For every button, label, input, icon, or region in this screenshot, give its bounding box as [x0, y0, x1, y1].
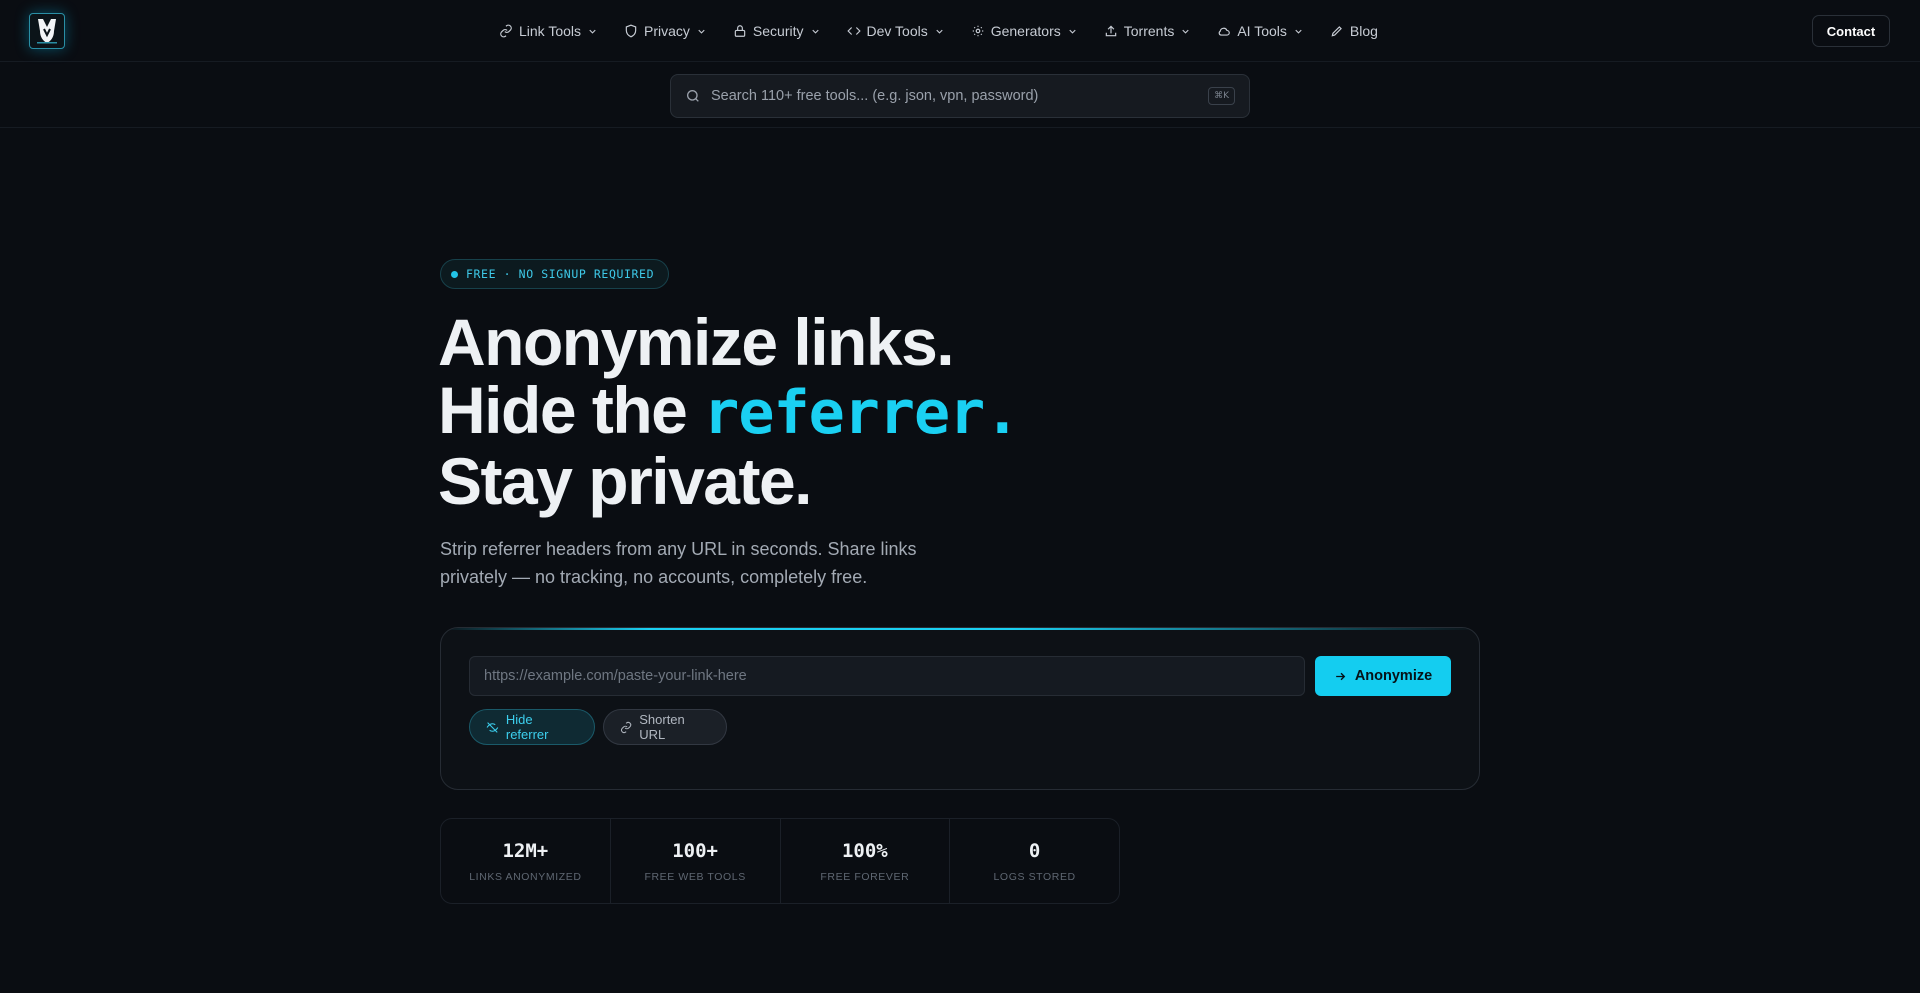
lock-icon: [734, 25, 746, 37]
hide-referrer-toggle[interactable]: Hide referrer: [469, 709, 595, 745]
stat-label: FREE FOREVER: [820, 870, 910, 883]
main-nav: Link Tools Privacy Security Dev Tools Ge…: [486, 0, 1391, 62]
search-box[interactable]: ⌘K: [670, 74, 1250, 118]
site-logo[interactable]: [29, 13, 65, 49]
arrow-right-icon: [1335, 672, 1346, 680]
nav-label: Link Tools: [519, 23, 582, 39]
stat-value: 100%: [841, 839, 888, 862]
stat-label: FREE WEB TOOLS: [644, 870, 746, 883]
subtitle-line-1: Strip referrer headers from any URL in s…: [440, 539, 917, 559]
search-icon: [687, 90, 699, 102]
search-input[interactable]: [711, 88, 1209, 104]
stat-item: 100% FREE FOREVER: [781, 819, 951, 903]
nav-blog[interactable]: Blog: [1317, 16, 1391, 46]
headline-highlight: referrer.: [703, 378, 1020, 448]
stat-value: 100+: [672, 839, 718, 862]
shorten-url-toggle[interactable]: Shorten URL: [603, 709, 727, 745]
shorten-url-label: Shorten URL: [639, 712, 685, 742]
chevron-down-icon: [1295, 29, 1302, 34]
chevron-down-icon: [589, 29, 596, 34]
headline-line-2: Hide the referrer.: [438, 373, 1020, 448]
search-section: ⌘K: [0, 62, 1920, 128]
chevron-down-icon: [1182, 29, 1189, 34]
nav-label: Generators: [990, 23, 1061, 39]
nav-label: Security: [752, 23, 804, 39]
stat-item: 0 LOGS STORED: [950, 819, 1119, 903]
nav-dev-tools[interactable]: Dev Tools: [834, 16, 958, 46]
stat-value: 12M+: [502, 839, 549, 862]
hero-subtitle: Strip referrer headers from any URL in s…: [440, 535, 940, 591]
eye-off-icon: [486, 721, 499, 733]
headline-line-2-prefix: Hide the: [438, 373, 704, 447]
contact-button[interactable]: Contact: [1812, 15, 1890, 47]
free-badge: FREE · NO SIGNUP REQUIRED: [440, 259, 669, 289]
hide-referrer-label: Hide referrer: [505, 712, 549, 742]
nav-privacy[interactable]: Privacy: [611, 16, 720, 46]
nav-ai-tools[interactable]: AI Tools: [1204, 16, 1317, 46]
stat-item: 12M+ LINKS ANONYMIZED: [441, 819, 611, 903]
nav-label: Blog: [1349, 23, 1378, 39]
stats-bar: 12M+ LINKS ANONYMIZED 100+ FREE WEB TOOL…: [440, 818, 1120, 904]
sun-icon: [972, 25, 983, 37]
nav-generators[interactable]: Generators: [958, 16, 1091, 46]
stat-label: LOGS STORED: [993, 870, 1076, 883]
anonymize-button[interactable]: Anonymize: [1315, 656, 1451, 696]
stat-item: 100+ FREE WEB TOOLS: [611, 819, 781, 903]
chevron-down-icon: [698, 29, 705, 34]
hero-headline: Anonymize links. Hide the referrer. Stay…: [438, 305, 1020, 518]
anonymize-button-label: Anonymize: [1354, 668, 1433, 684]
badge-label: FREE · NO SIGNUP REQUIRED: [466, 267, 655, 281]
cloud-icon: [1218, 27, 1231, 36]
top-navigation: Link Tools Privacy Security Dev Tools Ge…: [0, 0, 1920, 62]
pen-icon: [1331, 26, 1342, 37]
search-shortcut-badge: ⌘K: [1208, 87, 1235, 105]
nav-security[interactable]: Security: [720, 16, 834, 46]
logo-icon: [37, 19, 57, 44]
nav-link-tools[interactable]: Link Tools: [486, 16, 611, 46]
chevron-down-icon: [1069, 29, 1076, 34]
nav-torrents[interactable]: Torrents: [1091, 16, 1205, 46]
stat-label: LINKS ANONYMIZED: [469, 870, 582, 883]
upload-icon: [1105, 25, 1117, 37]
code-icon: [846, 27, 861, 35]
nav-label: Torrents: [1123, 23, 1175, 39]
subtitle-line-2: privately — no tracking, no accounts, co…: [440, 567, 868, 587]
status-dot: [451, 270, 458, 278]
shield-icon: [625, 24, 637, 38]
url-input[interactable]: [469, 656, 1305, 696]
nav-label: Dev Tools: [866, 23, 928, 39]
chevron-down-icon: [936, 29, 943, 34]
anonymize-form-card: Anonymize Hide referrer Shorten URL: [440, 627, 1480, 790]
stat-value: 0: [1028, 839, 1041, 862]
headline-line-3: Stay private.: [438, 444, 813, 518]
nav-label: AI Tools: [1237, 23, 1287, 39]
headline-line-1: Anonymize links.: [438, 305, 955, 379]
link-icon: [621, 721, 632, 733]
link-icon: [500, 24, 512, 38]
chevron-down-icon: [811, 29, 819, 34]
nav-label: Privacy: [644, 23, 690, 39]
